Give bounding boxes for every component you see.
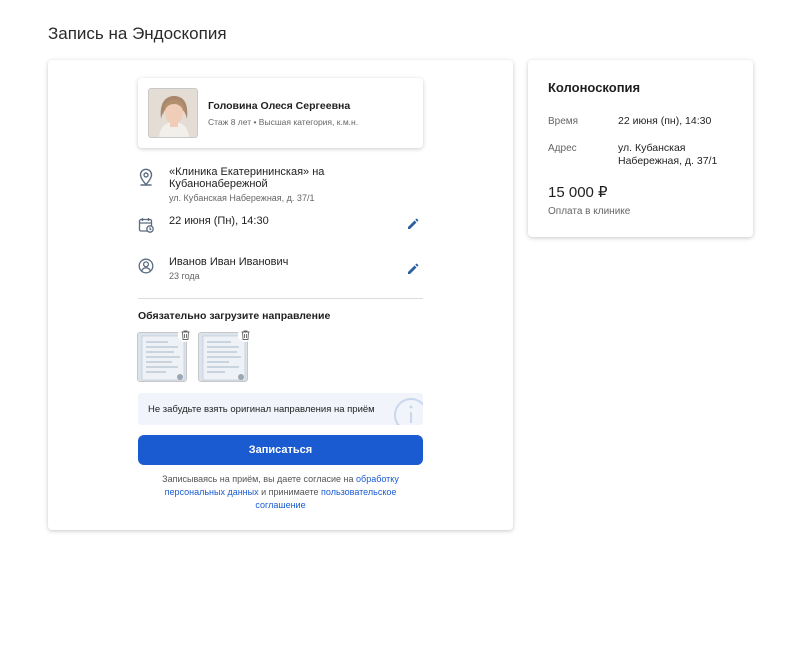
consent-text: Записываясь на приём, вы даете согласие … — [148, 473, 413, 512]
time-label: Время — [548, 116, 579, 127]
appointment-datetime: 22 июня (Пн), 14:30 — [169, 215, 269, 227]
consent-middle: и принимаете — [261, 487, 319, 497]
delete-thumbnail-1-trash-icon[interactable] — [178, 328, 192, 342]
doctor-avatar — [148, 88, 198, 138]
doctor-name: Головина Олеся Сергеевна — [208, 99, 351, 112]
edit-datetime-pencil-icon[interactable] — [407, 217, 419, 235]
payment-note: Оплата в клинике — [548, 206, 631, 217]
patient-row: Иванов Иван Иванович 23 года — [138, 256, 423, 281]
datetime-row: 22 июня (Пн), 14:30 — [138, 215, 423, 238]
service-title: Колоноскопия — [548, 80, 641, 95]
page-title: Запись на Эндоскопия — [48, 24, 227, 43]
booking-card: Головина Олеся Сергеевна Стаж 8 лет • Вы… — [48, 60, 513, 530]
upload-title: Обязательно загрузите направление — [138, 310, 331, 322]
time-value: 22 июня (пн), 14:30 — [618, 115, 712, 127]
referral-notice: Не забудьте взять оригинал направления н… — [138, 393, 423, 425]
calendar-icon — [138, 217, 158, 238]
address-label: Адрес — [548, 143, 577, 154]
user-circle-icon — [138, 258, 158, 279]
doctor-card[interactable]: Головина Олеся Сергеевна Стаж 8 лет • Вы… — [138, 78, 423, 148]
clinic-row: «Клиника Екатерининская» на Кубанонабере… — [138, 166, 423, 203]
patient-name: Иванов Иван Иванович — [169, 256, 289, 268]
notice-text: Не забудьте взять оригинал направления н… — [148, 404, 375, 415]
clinic-name: «Клиника Екатерининская» на Кубанонабере… — [169, 166, 325, 190]
divider — [138, 298, 423, 299]
clinic-address: ул. Кубанская Набережная, д. 37/1 — [169, 193, 315, 203]
location-pin-icon — [138, 168, 158, 191]
price: 15 000 ₽ — [548, 184, 608, 201]
doctor-subtitle: Стаж 8 лет • Высшая категория, к.м.н. — [208, 116, 359, 127]
delete-thumbnail-2-trash-icon[interactable] — [238, 328, 252, 342]
address-value: ул. Кубанская Набережная, д. 37/1 — [618, 142, 718, 167]
summary-card: Колоноскопия Время 22 июня (пн), 14:30 А… — [528, 60, 753, 237]
submit-button[interactable]: Записаться — [138, 435, 423, 465]
consent-prefix: Записываясь на приём, вы даете согласие … — [162, 474, 354, 484]
patient-age: 23 года — [169, 271, 200, 281]
edit-patient-pencil-icon[interactable] — [407, 262, 419, 280]
info-icon — [391, 395, 423, 425]
